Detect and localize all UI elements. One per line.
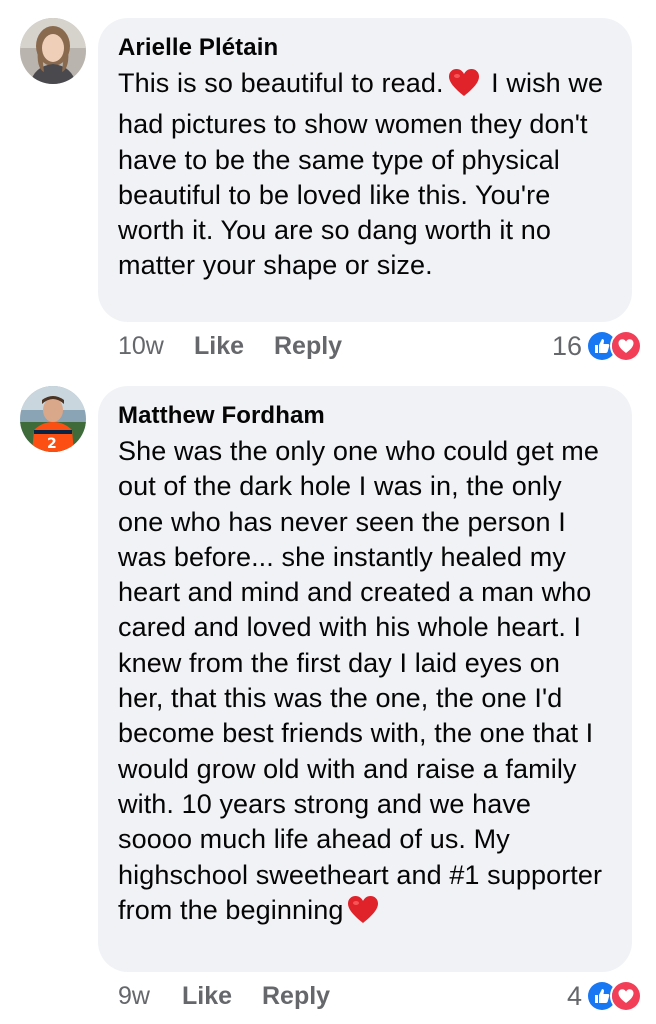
comment-author[interactable]: Matthew Fordham <box>118 402 612 430</box>
comment-meta: 10w Like Reply 16 <box>118 328 642 364</box>
avatar-arielle-image <box>20 18 86 84</box>
avatar-matthew-image: 2 <box>20 386 86 452</box>
svg-text:2: 2 <box>47 436 57 452</box>
reply-button[interactable]: Reply <box>262 978 330 1014</box>
red-heart-icon <box>347 895 379 934</box>
reaction-summary[interactable]: 4 <box>567 978 642 1014</box>
avatar-arielle[interactable] <box>20 18 86 84</box>
comment-bubble: Arielle Plétain This is so beautiful to … <box>98 18 632 322</box>
red-heart-icon <box>448 68 480 107</box>
comment-text: She was the only one who could get me ou… <box>118 434 612 934</box>
comment-bubble: Matthew Fordham She was the only one who… <box>98 386 632 972</box>
comment-author[interactable]: Arielle Plétain <box>118 34 612 62</box>
comment-timestamp[interactable]: 10w <box>118 328 164 364</box>
comment-timestamp[interactable]: 9w <box>118 978 150 1014</box>
comment-meta: 9w Like Reply 4 <box>118 978 642 1014</box>
reaction-count: 16 <box>551 331 582 361</box>
comment-text-part: This is so beautiful to read. <box>118 68 444 98</box>
like-button[interactable]: Like <box>182 978 232 1014</box>
reply-button[interactable]: Reply <box>274 328 342 364</box>
reaction-count: 4 <box>566 981 582 1011</box>
love-reaction-icon <box>610 980 642 1012</box>
like-button[interactable]: Like <box>194 328 244 364</box>
comment-text: This is so beautiful to read. I wish we … <box>118 66 612 284</box>
comment-text-part: I wish we had pictures to show women the… <box>118 68 604 281</box>
avatar-matthew[interactable]: 2 <box>20 386 86 452</box>
comment-text-part: She was the only one who could get me ou… <box>118 436 603 925</box>
love-reaction-icon <box>610 330 642 362</box>
reaction-summary[interactable]: 16 <box>552 328 642 364</box>
